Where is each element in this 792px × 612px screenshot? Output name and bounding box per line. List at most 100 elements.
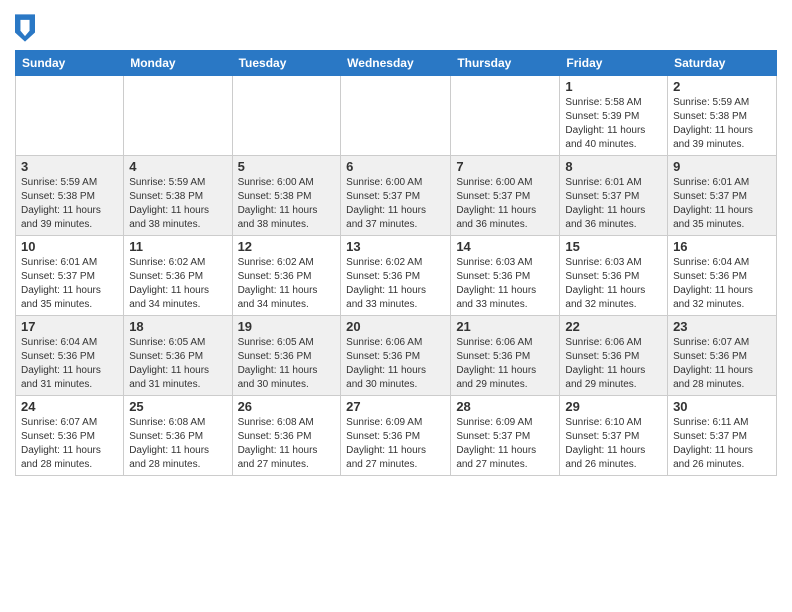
empty-cell bbox=[124, 76, 232, 156]
page: SundayMondayTuesdayWednesdayThursdayFrid… bbox=[0, 0, 792, 491]
day-number: 5 bbox=[238, 159, 336, 174]
day-cell-3: 3 Sunrise: 5:59 AM Sunset: 5:38 PM Daylig… bbox=[16, 156, 124, 236]
day-cell-16: 16 Sunrise: 6:04 AM Sunset: 5:36 PM Dayli… bbox=[668, 236, 777, 316]
day-number: 28 bbox=[456, 399, 554, 414]
empty-cell bbox=[16, 76, 124, 156]
weekday-saturday: Saturday bbox=[668, 51, 777, 76]
day-number: 17 bbox=[21, 319, 118, 334]
week-row-3: 10 Sunrise: 6:01 AM Sunset: 5:37 PM Dayli… bbox=[16, 236, 777, 316]
day-info: Sunrise: 6:09 AM Sunset: 5:36 PM Dayligh… bbox=[346, 417, 426, 470]
day-cell-14: 14Sunrise: 6:03 AM Sunset: 5:36 PM Dayli… bbox=[451, 236, 560, 316]
day-number: 2 bbox=[673, 79, 771, 94]
weekday-monday: Monday bbox=[124, 51, 232, 76]
day-info: Sunrise: 6:06 AM Sunset: 5:36 PM Dayligh… bbox=[565, 337, 645, 390]
day-info: Sunrise: 6:01 AM Sunset: 5:37 PM Dayligh… bbox=[21, 257, 101, 310]
day-cell-21: 21Sunrise: 6:06 AM Sunset: 5:36 PM Dayli… bbox=[451, 316, 560, 396]
weekday-wednesday: Wednesday bbox=[341, 51, 451, 76]
day-cell-19: 19Sunrise: 6:05 AM Sunset: 5:36 PM Dayli… bbox=[232, 316, 341, 396]
day-number: 27 bbox=[346, 399, 445, 414]
day-info: Sunrise: 6:11 AM Sunset: 5:37 PM Dayligh… bbox=[673, 417, 753, 470]
day-cell-27: 27 Sunrise: 6:09 AM Sunset: 5:36 PM Dayli… bbox=[341, 396, 451, 476]
day-cell-15: 15 Sunrise: 6:03 AM Sunset: 5:36 PM Dayli… bbox=[560, 236, 668, 316]
day-number: 10 bbox=[21, 239, 118, 254]
day-info: Sunrise: 6:04 AM Sunset: 5:36 PM Dayligh… bbox=[21, 337, 101, 390]
day-info: Sunrise: 6:02 AM Sunset: 5:36 PM Dayligh… bbox=[346, 257, 426, 310]
day-info: Sunrise: 6:00 AM Sunset: 5:37 PM Dayligh… bbox=[456, 177, 536, 230]
weekday-thursday: Thursday bbox=[451, 51, 560, 76]
empty-cell bbox=[451, 76, 560, 156]
day-cell-9: 9 Sunrise: 6:01 AM Sunset: 5:37 PM Daylig… bbox=[668, 156, 777, 236]
day-info: Sunrise: 6:03 AM Sunset: 5:36 PM Dayligh… bbox=[565, 257, 645, 310]
calendar: SundayMondayTuesdayWednesdayThursdayFrid… bbox=[15, 50, 777, 476]
day-cell-2: 2 Sunrise: 5:59 AM Sunset: 5:38 PM Daylig… bbox=[668, 76, 777, 156]
day-number: 9 bbox=[673, 159, 771, 174]
day-cell-12: 12 Sunrise: 6:02 AM Sunset: 5:36 PM Dayli… bbox=[232, 236, 341, 316]
day-number: 12 bbox=[238, 239, 336, 254]
week-row-2: 3 Sunrise: 5:59 AM Sunset: 5:38 PM Daylig… bbox=[16, 156, 777, 236]
day-cell-18: 18Sunrise: 6:05 AM Sunset: 5:36 PM Dayli… bbox=[124, 316, 232, 396]
day-number: 16 bbox=[673, 239, 771, 254]
day-info: Sunrise: 6:05 AM Sunset: 5:36 PM Dayligh… bbox=[238, 337, 318, 390]
empty-cell bbox=[232, 76, 341, 156]
weekday-tuesday: Tuesday bbox=[232, 51, 341, 76]
logo bbox=[15, 14, 37, 42]
weekday-header-row: SundayMondayTuesdayWednesdayThursdayFrid… bbox=[16, 51, 777, 76]
day-info: Sunrise: 6:07 AM Sunset: 5:36 PM Dayligh… bbox=[21, 417, 101, 470]
day-cell-22: 22 Sunrise: 6:06 AM Sunset: 5:36 PM Dayli… bbox=[560, 316, 668, 396]
day-cell-20: 20Sunrise: 6:06 AM Sunset: 5:36 PM Dayli… bbox=[341, 316, 451, 396]
day-number: 13 bbox=[346, 239, 445, 254]
header bbox=[15, 10, 777, 42]
day-info: Sunrise: 5:59 AM Sunset: 5:38 PM Dayligh… bbox=[129, 177, 209, 230]
day-number: 3 bbox=[21, 159, 118, 174]
day-cell-1: 1 Sunrise: 5:58 AM Sunset: 5:39 PM Daylig… bbox=[560, 76, 668, 156]
day-cell-17: 17 Sunrise: 6:04 AM Sunset: 5:36 PM Dayli… bbox=[16, 316, 124, 396]
day-number: 6 bbox=[346, 159, 445, 174]
day-cell-6: 6 Sunrise: 6:00 AM Sunset: 5:37 PM Daylig… bbox=[341, 156, 451, 236]
day-cell-8: 8Sunrise: 6:01 AM Sunset: 5:37 PM Daylig… bbox=[560, 156, 668, 236]
day-cell-24: 24 Sunrise: 6:07 AM Sunset: 5:36 PM Dayli… bbox=[16, 396, 124, 476]
day-info: Sunrise: 6:04 AM Sunset: 5:36 PM Dayligh… bbox=[673, 257, 753, 310]
week-row-4: 17 Sunrise: 6:04 AM Sunset: 5:36 PM Dayli… bbox=[16, 316, 777, 396]
day-info: Sunrise: 6:08 AM Sunset: 5:36 PM Dayligh… bbox=[238, 417, 318, 470]
weekday-friday: Friday bbox=[560, 51, 668, 76]
calendar-header: SundayMondayTuesdayWednesdayThursdayFrid… bbox=[16, 51, 777, 76]
day-cell-11: 11 Sunrise: 6:02 AM Sunset: 5:36 PM Dayli… bbox=[124, 236, 232, 316]
day-info: Sunrise: 6:08 AM Sunset: 5:36 PM Dayligh… bbox=[129, 417, 209, 470]
day-number: 7 bbox=[456, 159, 554, 174]
day-info: Sunrise: 6:10 AM Sunset: 5:37 PM Dayligh… bbox=[565, 417, 645, 470]
day-info: Sunrise: 6:07 AM Sunset: 5:36 PM Dayligh… bbox=[673, 337, 753, 390]
day-number: 22 bbox=[565, 319, 662, 334]
day-cell-13: 13 Sunrise: 6:02 AM Sunset: 5:36 PM Dayli… bbox=[341, 236, 451, 316]
day-number: 20 bbox=[346, 319, 445, 334]
day-info: Sunrise: 6:02 AM Sunset: 5:36 PM Dayligh… bbox=[238, 257, 318, 310]
day-number: 4 bbox=[129, 159, 226, 174]
day-info: Sunrise: 5:59 AM Sunset: 5:38 PM Dayligh… bbox=[673, 97, 753, 150]
day-info: Sunrise: 6:02 AM Sunset: 5:36 PM Dayligh… bbox=[129, 257, 209, 310]
day-number: 26 bbox=[238, 399, 336, 414]
day-info: Sunrise: 5:58 AM Sunset: 5:39 PM Dayligh… bbox=[565, 97, 645, 150]
day-info: Sunrise: 6:09 AM Sunset: 5:37 PM Dayligh… bbox=[456, 417, 536, 470]
day-cell-23: 23 Sunrise: 6:07 AM Sunset: 5:36 PM Dayli… bbox=[668, 316, 777, 396]
day-number: 25 bbox=[129, 399, 226, 414]
day-cell-5: 5Sunrise: 6:00 AM Sunset: 5:38 PM Daylig… bbox=[232, 156, 341, 236]
day-cell-29: 29Sunrise: 6:10 AM Sunset: 5:37 PM Dayli… bbox=[560, 396, 668, 476]
logo-icon bbox=[15, 14, 35, 42]
day-info: Sunrise: 6:01 AM Sunset: 5:37 PM Dayligh… bbox=[673, 177, 753, 230]
calendar-body: 1 Sunrise: 5:58 AM Sunset: 5:39 PM Daylig… bbox=[16, 76, 777, 476]
day-number: 23 bbox=[673, 319, 771, 334]
day-cell-30: 30 Sunrise: 6:11 AM Sunset: 5:37 PM Dayli… bbox=[668, 396, 777, 476]
day-number: 15 bbox=[565, 239, 662, 254]
day-cell-7: 7 Sunrise: 6:00 AM Sunset: 5:37 PM Daylig… bbox=[451, 156, 560, 236]
day-cell-10: 10 Sunrise: 6:01 AM Sunset: 5:37 PM Dayli… bbox=[16, 236, 124, 316]
day-info: Sunrise: 5:59 AM Sunset: 5:38 PM Dayligh… bbox=[21, 177, 101, 230]
day-number: 11 bbox=[129, 239, 226, 254]
day-number: 24 bbox=[21, 399, 118, 414]
day-number: 14 bbox=[456, 239, 554, 254]
week-row-5: 24 Sunrise: 6:07 AM Sunset: 5:36 PM Dayli… bbox=[16, 396, 777, 476]
day-number: 30 bbox=[673, 399, 771, 414]
day-cell-4: 4 Sunrise: 5:59 AM Sunset: 5:38 PM Daylig… bbox=[124, 156, 232, 236]
day-info: Sunrise: 6:00 AM Sunset: 5:37 PM Dayligh… bbox=[346, 177, 426, 230]
day-number: 1 bbox=[565, 79, 662, 94]
day-info: Sunrise: 6:06 AM Sunset: 5:36 PM Dayligh… bbox=[456, 337, 536, 390]
day-cell-26: 26 Sunrise: 6:08 AM Sunset: 5:36 PM Dayli… bbox=[232, 396, 341, 476]
